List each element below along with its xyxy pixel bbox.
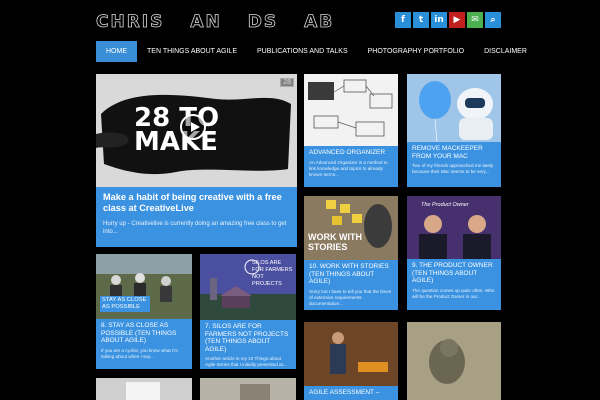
post-title[interactable]: 8. STAY AS CLOSE AS POSSIBLE (TEN THINGS…	[101, 322, 187, 345]
featured-image[interactable]: 28 TO MAKE 28	[96, 74, 297, 187]
logo-part: AN	[190, 12, 222, 33]
post-caption: 8. STAY AS CLOSE AS POSSIBLE (TEN THINGS…	[96, 319, 192, 369]
featured-title[interactable]: Make a habit of being creative with a fr…	[103, 192, 290, 214]
featured-excerpt: Hurry up - Creativelive is currently doi…	[103, 221, 287, 235]
post-partial[interactable]	[200, 378, 296, 400]
robot-balloon-image	[407, 74, 501, 143]
silo-barn-image: SILOS ARE FOR FARMERS NOT PROJECTS	[200, 254, 296, 320]
post-statue-photo[interactable]	[407, 322, 501, 400]
post-caption: 9. THE PRODUCT OWNER (TEN THINGS ABOUT A…	[407, 259, 501, 310]
post-caption: 10. WORK WITH STORIES (TEN THINGS ABOUT …	[304, 260, 398, 310]
post-excerpt: If you are a cyclist, you know what I'm …	[101, 347, 178, 359]
image-text: WORK WITH STORIES	[308, 232, 362, 252]
logo-part: CHRIS	[96, 12, 165, 33]
post-silos[interactable]: SILOS ARE FOR FARMERS NOT PROJECTS 7. SI…	[200, 254, 296, 369]
twitter-icon[interactable]: t	[413, 12, 429, 28]
image-text: The Product Owner	[421, 202, 469, 208]
post-caption: 7. SILOS ARE FOR FARMERS NOT PROJECTS (T…	[200, 320, 296, 369]
post-product-owner[interactable]: The Product Owner 9. THE PRODUCT OWNER (…	[407, 196, 501, 310]
post-title[interactable]: 10. WORK WITH STORIES (TEN THINGS ABOUT …	[309, 263, 393, 286]
nav-item-home[interactable]: HOME	[96, 41, 137, 62]
product-owner-image: The Product Owner	[407, 196, 501, 259]
cyclists-image: STAY AS CLOSE AS POSSIBLE	[96, 254, 192, 319]
email-icon[interactable]: ✉	[467, 12, 483, 28]
post-title[interactable]: 7. SILOS ARE FOR FARMERS NOT PROJECTS (T…	[205, 323, 291, 353]
whiteboard-image	[304, 74, 398, 146]
post-caption: ADVANCED ORGANIZER An Advanced Organizer…	[304, 146, 398, 187]
featured-caption: Make a habit of being creative with a fr…	[96, 187, 297, 247]
post-excerpt: The question comes up quite often. Who w…	[412, 287, 495, 299]
speaker-image	[304, 322, 398, 386]
post-title[interactable]: 9. THE PRODUCT OWNER (TEN THINGS ABOUT A…	[412, 262, 496, 285]
robot-graphic	[419, 81, 493, 143]
statue-graphic	[407, 322, 501, 400]
photo-graphic	[96, 378, 192, 400]
sketch-graphic	[308, 79, 393, 137]
post-title[interactable]: ADVANCED ORGANIZER	[309, 149, 393, 157]
nav-item-disclaimer[interactable]: DISCLAIMER	[474, 41, 537, 62]
social-links: f t in ▶ ✉ ⌕	[395, 12, 501, 28]
main-nav: HOME TEN THINGS ABOUT AGILE PUBLICATIONS…	[96, 41, 537, 62]
featured-post[interactable]: 28 TO MAKE 28 Make a habit of being crea…	[96, 74, 297, 247]
nav-item-photography[interactable]: PHOTOGRAPHY PORTFOLIO	[358, 41, 474, 62]
post-excerpt: Sorry but I have to tell you that the ti…	[309, 288, 392, 306]
logo-part: AB	[304, 12, 335, 33]
post-caption: AGILE ASSESSMENT –	[304, 386, 398, 400]
youtube-icon[interactable]: ▶	[449, 12, 465, 28]
post-agile-assessment[interactable]: AGILE ASSESSMENT –	[304, 322, 398, 400]
post-stay-as-close[interactable]: STAY AS CLOSE AS POSSIBLE 8. STAY AS CLO…	[96, 254, 192, 369]
linkedin-icon[interactable]: in	[431, 12, 447, 28]
nav-item-publications[interactable]: PUBLICATIONS AND TALKS	[247, 41, 358, 62]
post-excerpt: Two of my friends approached me lately b…	[412, 163, 494, 174]
post-remove-mackeeper[interactable]: REMOVE MACKEEPER FROM YOUR MAC Two of my…	[407, 74, 501, 187]
logo-part: DS	[247, 12, 279, 33]
post-excerpt: Another article in my 10 Things about Ag…	[205, 356, 287, 367]
post-excerpt: An Advanced Organizer is a method to lin…	[309, 159, 388, 177]
post-advanced-organizer[interactable]: ADVANCED ORGANIZER An Advanced Organizer…	[304, 74, 398, 187]
statue-image	[407, 322, 501, 400]
sticky-notes-image: WORK WITH STORIES	[304, 196, 398, 260]
post-title[interactable]: AGILE ASSESSMENT –	[309, 389, 393, 397]
post-caption: REMOVE MACKEEPER FROM YOUR MAC Two of my…	[407, 142, 501, 187]
photo-graphic	[200, 378, 296, 400]
image-text: STAY AS CLOSE AS POSSIBLE	[100, 296, 150, 312]
nav-item-ten-things[interactable]: TEN THINGS ABOUT AGILE	[137, 41, 247, 62]
play-button-icon[interactable]	[180, 114, 206, 140]
site-logo[interactable]: CHRIS AN DS AB	[96, 11, 334, 33]
image-count-badge: 28	[280, 78, 294, 87]
image-text: SILOS ARE FOR FARMERS NOT PROJECTS	[252, 260, 293, 287]
post-partial[interactable]	[96, 378, 192, 400]
search-icon[interactable]: ⌕	[485, 12, 501, 28]
post-title[interactable]: REMOVE MACKEEPER FROM YOUR MAC	[412, 145, 496, 160]
facebook-icon[interactable]: f	[395, 12, 411, 28]
speaker-graphic	[304, 322, 398, 386]
post-work-with-stories[interactable]: WORK WITH STORIES 10. WORK WITH STORIES …	[304, 196, 398, 310]
